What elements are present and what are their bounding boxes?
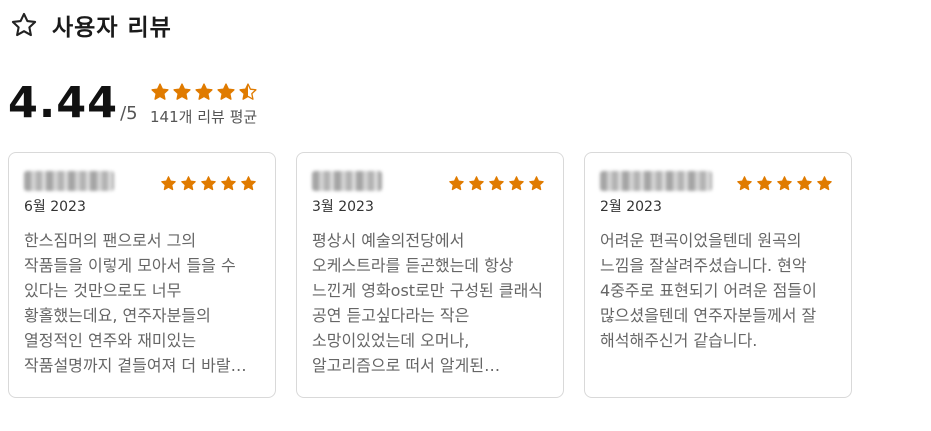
review-card[interactable]: 2월 2023 어려운 편곡이었을텐데 원곡의 느낌을 잘살려주셨습니다. 현악… (584, 152, 852, 398)
review-text: 평상시 예술의전당에서 오케스트라를 듣곤했는데 항상 느낀게 영화ost로만 … (312, 231, 544, 375)
score-max: /5 (120, 103, 138, 124)
review-text: 어려운 편곡이었을텐데 원곡의 느낌을 잘살려주셨습니다. 현악 4중주로 표현… (600, 231, 817, 350)
star-filled-icon (173, 83, 191, 100)
star-filled-icon (221, 176, 236, 191)
summary-stars (150, 82, 258, 102)
star-filled-icon (151, 83, 169, 100)
review-count: 141개 리뷰 평균 (150, 108, 258, 126)
star-filled-icon (217, 83, 235, 100)
reviewer-name-blurred (24, 171, 114, 191)
review-card[interactable]: 3월 2023 평상시 예술의전당에서 오케스트라를 듣곤했는데 항상 느낀게 … (296, 152, 564, 398)
reviews-header: 사용자 리뷰 (10, 8, 172, 42)
review-stars (160, 175, 257, 192)
review-date: 3월 2023 (312, 199, 374, 215)
star-filled-icon (201, 176, 216, 191)
review-stars (736, 175, 833, 192)
average-score: 4.44 /5 (8, 80, 138, 126)
rating-meta: 141개 리뷰 평균 (150, 82, 258, 127)
star-filled-icon (195, 83, 213, 100)
reviewer-name-blurred (312, 171, 382, 191)
star-filled-icon (797, 176, 812, 191)
star-filled-icon (449, 176, 464, 191)
star-filled-icon (817, 176, 832, 191)
star-filled-icon (737, 176, 752, 191)
star-filled-icon (777, 176, 792, 191)
star-filled-icon (489, 176, 504, 191)
star-filled-icon (469, 176, 484, 191)
star-filled-icon (509, 176, 524, 191)
review-date: 2월 2023 (600, 199, 662, 215)
review-cards: 6월 2023 한스짐머의 팬으로서 그의 작품들을 이렇게 모아서 들을 수 … (8, 152, 852, 398)
page-title: 사용자 리뷰 (52, 15, 172, 41)
star-half-icon (239, 83, 257, 100)
score-value: 4.44 (8, 78, 119, 128)
star-filled-icon (757, 176, 772, 191)
review-stars (448, 175, 545, 192)
star-filled-icon (241, 176, 256, 191)
star-filled-icon (181, 176, 196, 191)
reviewer-name-blurred (600, 171, 712, 191)
review-text: 한스짐머의 팬으로서 그의 작품들을 이렇게 모아서 들을 수 있다는 것만으로… (24, 231, 236, 375)
star-filled-icon (529, 176, 544, 191)
star-outline-icon (11, 12, 37, 37)
star-filled-icon (161, 176, 176, 191)
review-card[interactable]: 6월 2023 한스짐머의 팬으로서 그의 작품들을 이렇게 모아서 들을 수 … (8, 152, 276, 398)
review-date: 6월 2023 (24, 199, 86, 215)
